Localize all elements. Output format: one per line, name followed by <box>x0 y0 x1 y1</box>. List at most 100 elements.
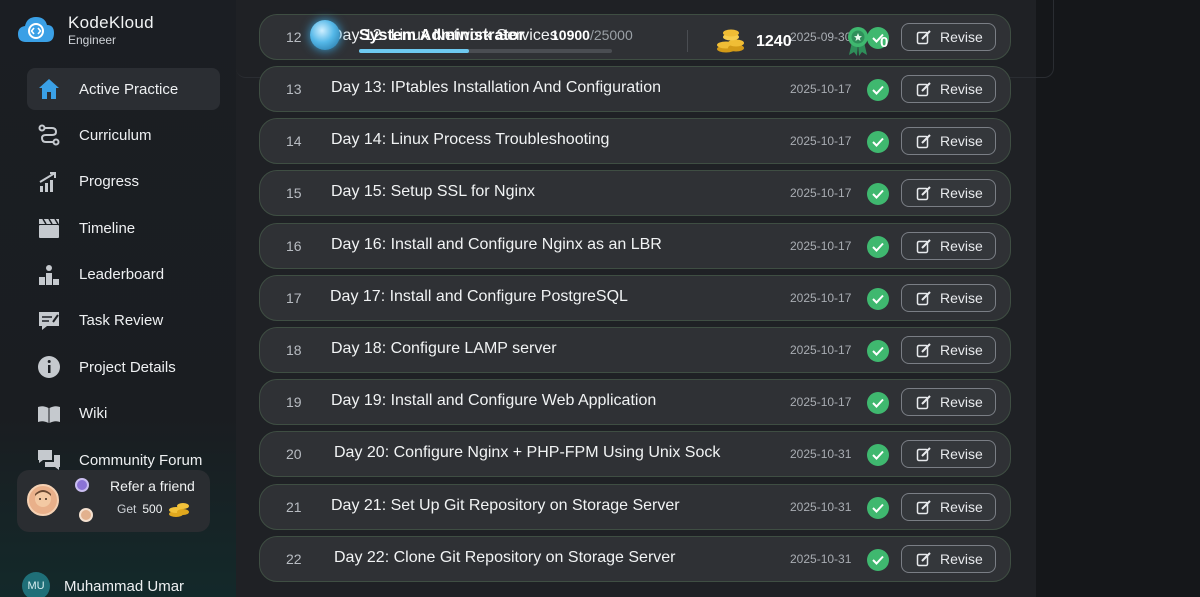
revise-button[interactable]: Revise <box>901 336 996 364</box>
revise-button[interactable]: Revise <box>901 75 996 103</box>
edit-icon <box>916 134 931 149</box>
sidebar-item-active-practice[interactable]: Active Practice <box>27 68 220 110</box>
task-title[interactable]: Day 22: Clone Git Repository on Storage … <box>334 549 676 567</box>
friend-avatar <box>79 508 93 522</box>
task-title[interactable]: Day 20: Configure Nginx + PHP-FPM Using … <box>334 444 720 462</box>
task-date: 2025-09-30 <box>790 30 852 44</box>
task-row[interactable]: 19 Day 19: Install and Configure Web Appl… <box>259 379 1011 425</box>
cloud-logo-icon <box>18 17 54 42</box>
sidebar-item-label: Project Details <box>79 358 176 376</box>
revise-button[interactable]: Revise <box>901 440 996 468</box>
completed-check-icon <box>867 131 889 153</box>
logo[interactable]: KodeKloud Engineer <box>16 14 154 46</box>
level-orb-icon <box>310 20 340 50</box>
task-title[interactable]: Day 15: Setup SSL for Nginx <box>331 183 535 201</box>
xp-counter: 10900/25000 <box>551 27 633 43</box>
task-number: 22 <box>286 551 302 567</box>
task-title[interactable]: Day 13: IPtables Installation And Config… <box>331 79 661 97</box>
revise-label: Revise <box>940 446 983 462</box>
completed-check-icon <box>867 444 889 466</box>
task-title[interactable]: Day 18: Configure LAMP server <box>331 340 557 358</box>
task-date: 2025-10-17 <box>790 82 852 96</box>
task-number: 17 <box>286 290 302 306</box>
award-badge-icon <box>848 27 868 56</box>
task-date: 2025-10-17 <box>790 239 852 253</box>
revise-label: Revise <box>940 238 983 254</box>
revise-button[interactable]: Revise <box>901 493 996 521</box>
task-date: 2025-10-31 <box>790 500 852 514</box>
task-date: 2025-10-17 <box>790 291 852 305</box>
sidebar-item-project-details[interactable]: Project Details <box>27 346 220 388</box>
task-row[interactable]: 13 Day 13: IPtables Installation And Conf… <box>259 66 1011 112</box>
task-row[interactable]: 15 Day 15: Setup SSL for Nginx 2025-10-17 R… <box>259 170 1011 216</box>
sidebar-item-task-review[interactable]: Task Review <box>27 300 220 342</box>
task-row[interactable]: 22 Day 22: Clone Git Repository on Storag… <box>259 536 1011 582</box>
revise-button[interactable]: Revise <box>901 388 996 416</box>
refer-avatar <box>27 484 59 516</box>
user-profile[interactable]: MU Muhammad Umar <box>22 572 184 597</box>
task-row[interactable]: 14 Day 14: Linux Process Troubleshooting 2… <box>259 118 1011 164</box>
sidebar-item-label: Task Review <box>79 312 164 330</box>
revise-label: Revise <box>940 394 983 410</box>
revise-label: Revise <box>940 290 983 306</box>
revise-label: Revise <box>940 342 983 358</box>
edit-icon <box>916 186 931 201</box>
edit-icon <box>916 291 931 306</box>
refer-get-label: Get <box>117 502 137 516</box>
route-icon <box>37 123 61 147</box>
brand-name: KodeKloud <box>68 13 154 32</box>
info-icon <box>37 355 61 379</box>
task-number: 16 <box>286 238 302 254</box>
task-number: 20 <box>286 446 302 462</box>
completed-check-icon <box>867 392 889 414</box>
task-date: 2025-10-17 <box>790 343 852 357</box>
sidebar-item-label: Curriculum <box>79 126 152 144</box>
task-date: 2025-10-31 <box>790 447 852 461</box>
refer-amount: 500 <box>142 502 163 516</box>
sidebar-item-timeline[interactable]: Timeline <box>27 207 220 249</box>
task-title[interactable]: Day 14: Linux Process Troubleshooting <box>331 131 609 149</box>
completed-check-icon <box>867 549 889 571</box>
sidebar-item-curriculum[interactable]: Curriculum <box>27 114 220 156</box>
sidebar-item-progress[interactable]: Progress <box>27 161 220 203</box>
task-date: 2025-10-17 <box>790 395 852 409</box>
revise-button[interactable]: Revise <box>901 232 996 260</box>
task-number: 21 <box>286 499 302 515</box>
revise-button[interactable]: Revise <box>901 127 996 155</box>
sidebar-item-leaderboard[interactable]: Leaderboard <box>27 254 220 296</box>
avatar: MU <box>22 572 50 597</box>
clapper-icon <box>37 216 61 240</box>
edit-icon <box>916 500 931 515</box>
task-row[interactable]: 17 Day 17: Install and Configure PostgreS… <box>259 275 1011 321</box>
revise-button[interactable]: Revise <box>901 179 996 207</box>
task-row[interactable]: 18 Day 18: Configure LAMP server 2025-10-1… <box>259 327 1011 373</box>
task-title[interactable]: Day 16: Install and Configure Nginx as a… <box>331 236 662 254</box>
revise-button[interactable]: Revise <box>901 23 996 51</box>
right-background <box>1036 0 1200 597</box>
chart-up-icon <box>37 170 61 194</box>
task-row[interactable]: 21 Day 21: Set Up Git Repository on Stora… <box>259 484 1011 530</box>
sidebar: KodeKloud Engineer Active Practice Curri… <box>0 0 236 597</box>
completed-check-icon <box>867 183 889 205</box>
task-title[interactable]: Day 19: Install and Configure Web Applic… <box>331 392 656 410</box>
refer-a-friend-card[interactable]: Refer a friend Get 500 <box>17 470 210 532</box>
refer-title: Refer a friend <box>110 478 195 494</box>
task-row[interactable]: 16 Day 16: Install and Configure Nginx as… <box>259 223 1011 269</box>
sidebar-item-label: Active Practice <box>79 80 179 98</box>
task-title[interactable]: Day 17: Install and Configure PostgreSQL <box>330 288 628 306</box>
xp-progress-bar <box>359 49 612 53</box>
task-row[interactable]: 20 Day 20: Configure Nginx + PHP-FPM Usin… <box>259 431 1011 477</box>
task-title[interactable]: Day 21: Set Up Git Repository on Storage… <box>331 497 680 515</box>
revise-button[interactable]: Revise <box>901 545 996 573</box>
sidebar-item-wiki[interactable]: Wiki <box>27 393 220 435</box>
revise-button[interactable]: Revise <box>901 284 996 312</box>
revise-label: Revise <box>940 551 983 567</box>
revise-label: Revise <box>940 499 983 515</box>
edit-icon <box>916 239 931 254</box>
task-number: 15 <box>286 185 302 201</box>
sidebar-item-label: Wiki <box>79 405 108 423</box>
coin-balance: 1240 <box>756 33 792 50</box>
revise-label: Revise <box>940 185 983 201</box>
divider <box>687 30 688 52</box>
task-date: 2025-10-17 <box>790 186 852 200</box>
